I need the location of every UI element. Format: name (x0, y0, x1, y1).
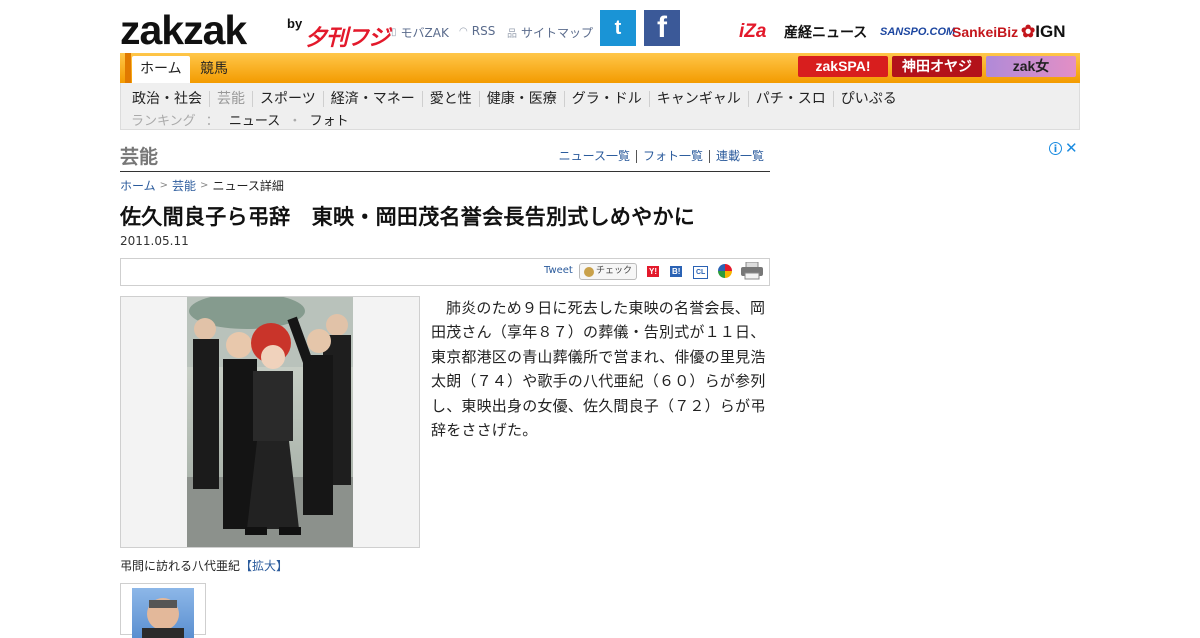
ign-icon: ✿ (1021, 22, 1036, 41)
thumbnail-scene (142, 598, 184, 638)
partner-sankei-news[interactable]: 産経ニュース (784, 22, 867, 42)
photo-scene (187, 297, 353, 547)
category-campaign-girl[interactable]: キャンギャル (648, 91, 748, 107)
ranking-photo-link[interactable]: フォト (310, 114, 349, 129)
yahoo-bookmark-icon[interactable]: Y! (647, 266, 659, 277)
partner-iza[interactable]: iZa (739, 22, 766, 42)
article-date: 2011.05.11 (120, 234, 189, 248)
mixi-check-button[interactable]: チェック (579, 263, 638, 280)
breadcrumb-entertainment[interactable]: 芸能 (172, 177, 196, 194)
category-list: 政治・社会 芸能 スポーツ 経済・マネー 愛と性 健康・医療 グラ・ドル キャン… (125, 91, 904, 107)
ad-close-icon[interactable]: ✕ (1065, 139, 1078, 157)
ranking-news-link[interactable]: ニュース (229, 114, 280, 129)
chevron-right-icon: > (200, 180, 209, 191)
ranking-sep: ： (205, 114, 219, 129)
partner-ign[interactable]: ✿IGN (1021, 22, 1065, 42)
mobile-icon: ▯ (391, 27, 397, 38)
tweet-button[interactable]: Tweet (544, 265, 573, 276)
facebook-icon: f (657, 11, 667, 44)
photo-list-link[interactable]: フォト一覧 (635, 150, 709, 163)
share-bar: Tweet チェック Y! B! CL (120, 258, 770, 286)
mixi-icon (584, 266, 594, 277)
series-list-link[interactable]: 連載一覧 (708, 150, 770, 163)
google-icon[interactable] (718, 264, 732, 278)
article-body: 肺炎のため９日に死去した東映の名誉会長、岡田茂さん（享年８７）の葬儀・告別式が１… (431, 299, 766, 440)
enlarge-link[interactable]: 【拡大】 (240, 559, 288, 573)
thumbnail-image (132, 588, 194, 638)
partner-sanspo[interactable]: SANSPO.COM (880, 22, 955, 42)
hatena-bookmark-icon[interactable]: B! (670, 266, 683, 277)
category-economy[interactable]: 経済・マネー (322, 91, 422, 107)
banner-zakspa[interactable]: zakSPA! (798, 56, 888, 77)
section-links: ニュース一覧 フォト一覧 連載一覧 (553, 150, 770, 163)
photo-caption: 弔問に訪れる八代亜紀【拡大】 (120, 559, 289, 573)
article-photo-frame (120, 296, 420, 548)
facebook-button[interactable]: f (644, 10, 680, 46)
section-divider (120, 171, 770, 172)
category-gravure[interactable]: グラ・ドル (563, 91, 649, 107)
category-people[interactable]: ぴいぷる (832, 91, 904, 107)
banner-zak-onna[interactable]: zak女 (986, 56, 1076, 77)
logo-text: zakzak (120, 7, 247, 53)
print-icon[interactable] (740, 261, 764, 280)
chevron-right-icon: > (159, 180, 169, 191)
breadcrumb-home[interactable]: ホーム (120, 177, 156, 194)
breadcrumb-current: ニュース詳細 (212, 179, 284, 193)
article-photo[interactable] (187, 297, 353, 547)
sitemap-icon: 品 (507, 29, 517, 40)
article-headline: 佐久間良子ら弔辞 東映・岡田茂名誉会長告別式しめやかに (120, 205, 696, 229)
category-entertainment[interactable]: 芸能 (209, 91, 252, 107)
main-nav: ホーム 競馬 zakSPA! 神田オヤジ zak女 (120, 53, 1080, 83)
tab-keiba[interactable]: 競馬 (192, 56, 236, 83)
rss-icon: ◠ (459, 25, 468, 37)
twitter-icon: t (614, 16, 622, 39)
section-title: 芸能 (120, 146, 159, 168)
clip-icon[interactable]: CL (693, 266, 709, 279)
breadcrumb: ホーム > 芸能 > ニュース詳細 (120, 177, 284, 194)
nav-accent (125, 53, 131, 83)
news-list-link[interactable]: ニュース一覧 (553, 150, 636, 163)
ranking-nav: ランキング ： ニュース ・ フォト (131, 110, 349, 129)
rss-link[interactable]: ◠ RSS (459, 24, 495, 38)
category-nav: 政治・社会 芸能 スポーツ 経済・マネー 愛と性 健康・医療 グラ・ドル キャン… (120, 83, 1080, 130)
twitter-button[interactable]: t (600, 10, 636, 46)
banner-kanda-oyaji[interactable]: 神田オヤジ (892, 56, 982, 77)
partner-sankeibiz[interactable]: SankeiBiz (952, 22, 1018, 42)
printer-svg (741, 261, 763, 280)
category-health[interactable]: 健康・医療 (478, 91, 564, 107)
category-pachislot[interactable]: パチ・スロ (747, 91, 833, 107)
tab-home[interactable]: ホーム (132, 56, 190, 83)
related-thumbnail[interactable] (120, 583, 206, 638)
logo-by: by (287, 16, 303, 31)
category-sports[interactable]: スポーツ (252, 91, 323, 107)
logo-brand: 夕刊フジ (305, 25, 390, 50)
mobile-zak-link[interactable]: ▯ モバZAK (391, 24, 449, 41)
category-politics[interactable]: 政治・社会 (125, 91, 209, 107)
category-love[interactable]: 愛と性 (421, 91, 479, 107)
ranking-label: ランキング (131, 114, 196, 129)
sitemap-link[interactable]: 品 サイトマップ (507, 24, 593, 41)
ranking-dot: ・ (288, 114, 302, 129)
ad-info-icon[interactable]: i (1049, 142, 1062, 155)
